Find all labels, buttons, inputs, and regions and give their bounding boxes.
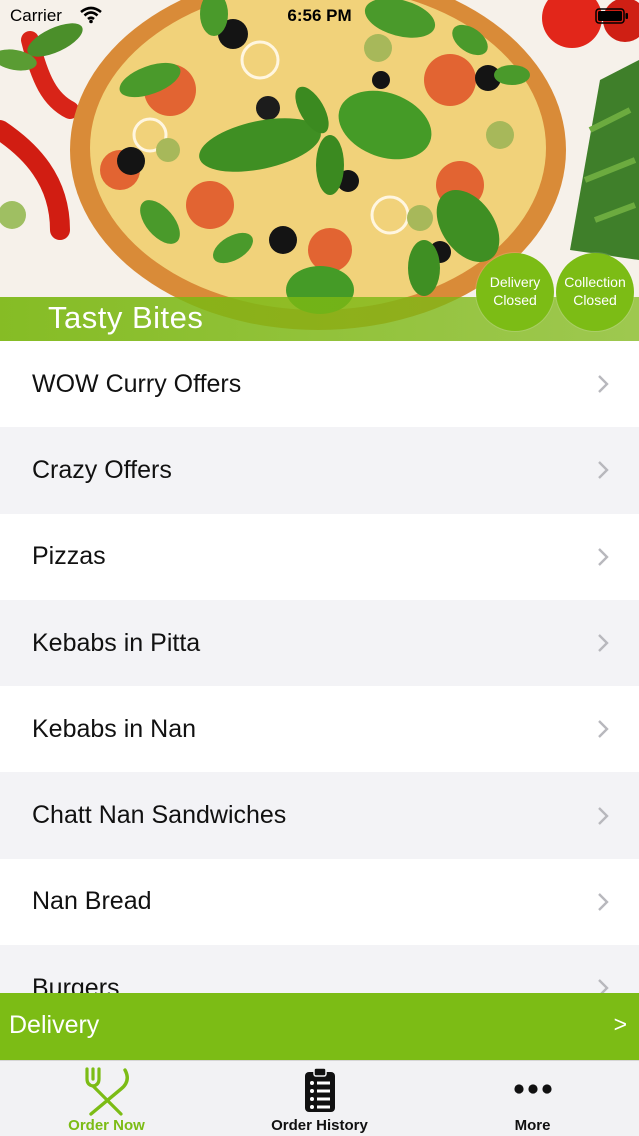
delivery-badge-status: Closed (493, 292, 537, 308)
delivery-badge-label: Delivery (489, 274, 541, 290)
tab-label: Order History (271, 1117, 368, 1134)
menu-category-label: Kebabs in Nan (32, 714, 197, 743)
menu-category-label: Crazy Offers (32, 455, 172, 484)
menu-category-row[interactable]: Kebabs in Pitta (0, 599, 639, 687)
collection-badge-label: Collection (564, 274, 626, 290)
menu-category-row[interactable]: Chatt Nan Sandwiches (0, 772, 639, 859)
tab-bar: Order Now Order History More (0, 1060, 639, 1136)
status-time: 6:56 PM (287, 6, 352, 25)
collection-badge-status: Closed (573, 292, 617, 308)
menu-category-list[interactable]: WOW Curry Offers Crazy Offers Pizzas Keb… (0, 341, 639, 993)
tab-order-history[interactable]: Order History (213, 1061, 426, 1136)
delivery-status-badge: Delivery Closed (476, 253, 554, 331)
delivery-arrow: > (613, 1011, 627, 1037)
menu-category-row[interactable]: Pizzas (0, 513, 639, 600)
chevron-right-icon (598, 375, 609, 393)
status-bar: Carrier 6:56 PM (0, 0, 639, 34)
chevron-right-icon (598, 634, 609, 652)
delivery-mode-bar[interactable]: Delivery > (0, 993, 639, 1060)
menu-category-label: WOW Curry Offers (32, 369, 242, 398)
battery-icon (595, 8, 628, 24)
menu-category-label: Burgers (32, 973, 120, 993)
fork-knife-icon (84, 1067, 129, 1116)
clipboard-list-icon (304, 1067, 335, 1112)
tab-label: More (514, 1117, 551, 1134)
tab-order-now[interactable]: Order Now (0, 1061, 213, 1136)
menu-category-label: Chatt Nan Sandwiches (32, 801, 287, 830)
menu-category-row[interactable]: Crazy Offers (0, 427, 639, 514)
chevron-right-icon (598, 547, 609, 566)
menu-category-label: Pizzas (32, 542, 106, 571)
menu-category-row[interactable]: Burgers (0, 945, 639, 993)
collection-status-badge: Collection Closed (556, 253, 634, 331)
menu-category-row[interactable]: Nan Bread (0, 858, 639, 946)
menu-category-label: Nan Bread (32, 887, 152, 916)
chevron-right-icon (598, 979, 609, 993)
chevron-right-icon (598, 720, 609, 739)
tab-more[interactable]: More (426, 1061, 639, 1136)
hero-banner: Carrier 6:56 PM Tasty Bites Delivery Clo… (0, 0, 639, 341)
menu-category-label: Kebabs in Pitta (32, 628, 201, 657)
more-dots-icon (513, 1084, 552, 1094)
tab-label: Order Now (68, 1117, 145, 1134)
chevron-right-icon (598, 461, 609, 480)
menu-category-row[interactable]: Kebabs in Nan (0, 686, 639, 773)
chevron-right-icon (598, 806, 609, 825)
store-name: Tasty Bites (48, 300, 204, 335)
menu-category-row[interactable]: WOW Curry Offers (0, 341, 639, 428)
delivery-mode-label: Delivery (9, 1011, 100, 1039)
chevron-right-icon (598, 893, 609, 911)
